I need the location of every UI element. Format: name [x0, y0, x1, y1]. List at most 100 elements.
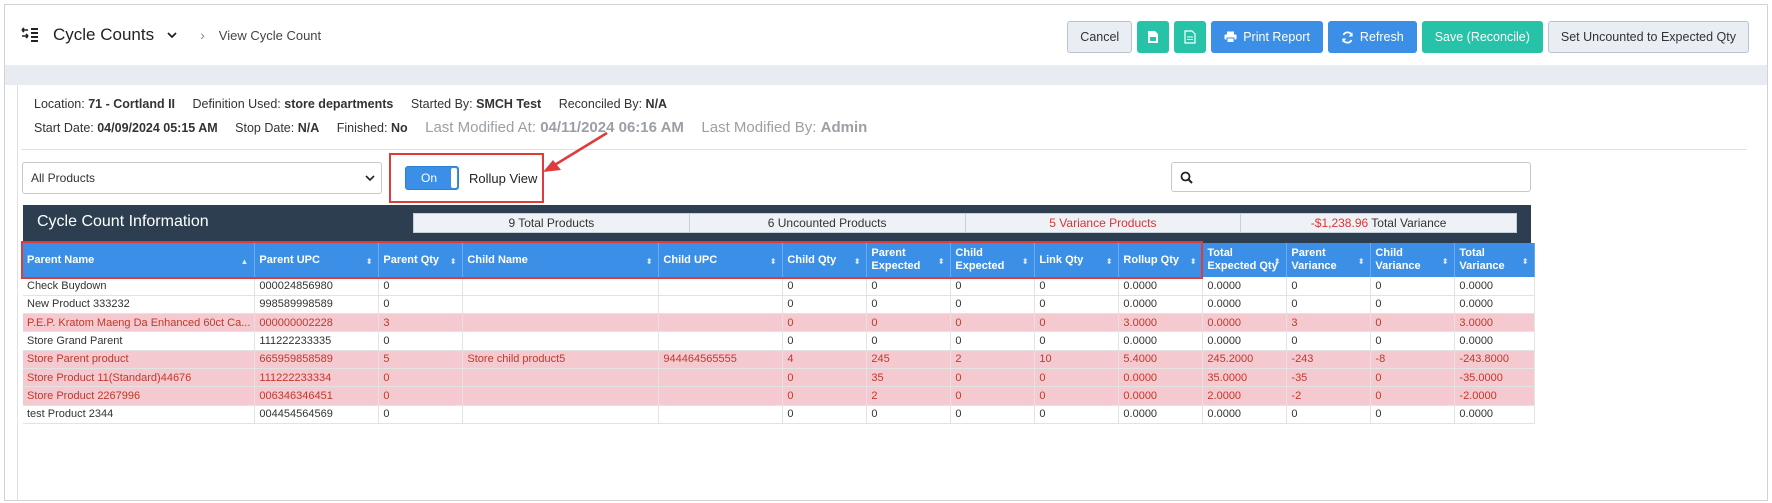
table-cell: 35: [866, 368, 952, 388]
print-icon: [1224, 31, 1237, 43]
sort-icon[interactable]: ⬍: [1442, 255, 1449, 268]
table-cell: 0.0000: [1202, 313, 1288, 333]
table-cell: 111222233334: [254, 368, 380, 388]
export-file-button[interactable]: [1137, 21, 1170, 53]
started-by-value: SMCH Test: [476, 97, 542, 111]
table-cell: 0: [1034, 295, 1120, 315]
table-cell: 0: [950, 386, 1036, 406]
sort-icon[interactable]: ⬍: [1022, 255, 1029, 268]
reconciled-by-label: Reconciled By:: [558, 97, 643, 111]
table-cell: 0: [1370, 368, 1456, 388]
print-report-button[interactable]: Print Report: [1211, 21, 1323, 53]
column-header-rollup-qty[interactable]: Rollup Qty ⬍: [1118, 243, 1204, 277]
table-row[interactable]: Store Product 11(Standard)44676 111222233…: [23, 368, 1536, 388]
table-cell: 3.0000: [1454, 313, 1536, 333]
export-document-button[interactable]: [1174, 21, 1207, 53]
sort-icon[interactable]: ⬍: [366, 255, 373, 268]
sort-icon[interactable]: ⬍: [938, 255, 945, 268]
chevron-down-icon[interactable]: [166, 29, 178, 41]
set-uncounted-button[interactable]: Set Uncounted to Expected Qty: [1547, 21, 1749, 53]
column-header-parent-variance[interactable]: Parent Variance ⬍: [1286, 243, 1372, 277]
cancel-button[interactable]: Cancel: [1067, 21, 1133, 53]
column-header-label: Parent UPC: [259, 253, 320, 266]
column-header-child-name[interactable]: Child Name ⬍: [462, 243, 660, 277]
column-header-child-qty[interactable]: Child Qty ⬍: [782, 243, 868, 277]
column-header-total-expected-qty[interactable]: Total Expected Qty ⬍: [1202, 243, 1288, 277]
column-header-label: Parent Expected: [871, 247, 921, 272]
divider: [21, 149, 1747, 150]
column-header-label: Child Name: [467, 253, 528, 266]
sort-ascending-icon[interactable]: ▲: [240, 255, 248, 268]
rollup-view-toggle[interactable]: On: [405, 166, 459, 190]
table-cell: 0: [378, 405, 464, 424]
table-cell: 3.0000: [1118, 313, 1204, 333]
table-cell: 0.0000: [1118, 405, 1204, 424]
table-body: Check Buydown 000024856980 0 0 0 0 0 0.0000 0.00…: [23, 277, 1536, 424]
column-header-link-qty[interactable]: Link Qty ⬍: [1034, 243, 1120, 277]
table-cell: 0.0000: [1454, 331, 1536, 351]
column-header-total-variance[interactable]: Total Variance ⬍: [1454, 243, 1536, 277]
search-icon: [1180, 171, 1193, 184]
table-cell: Store Product 2267996: [23, 386, 256, 406]
table-cell: 0.0000: [1202, 331, 1288, 351]
table-cell: [462, 277, 660, 296]
table-cell: 0.0000: [1454, 277, 1536, 296]
table-cell: 0: [1370, 295, 1456, 315]
table-cell: Store child product5: [462, 350, 660, 369]
table-row[interactable]: Check Buydown 000024856980 0 0 0 0 0 0.0000 0.00…: [23, 277, 1536, 296]
column-header-parent-expected[interactable]: Parent Expected ⬍: [866, 243, 952, 277]
last-modified-by-label: Last Modified By:: [701, 119, 817, 136]
table-cell: 0: [950, 277, 1036, 296]
sort-icon[interactable]: ⬍: [1522, 255, 1529, 268]
table-cell: 2: [866, 386, 952, 406]
finished-label: Finished:: [336, 121, 388, 135]
search-input[interactable]: [1171, 162, 1531, 192]
sort-icon[interactable]: ⬍: [770, 255, 777, 268]
save-reconcile-button[interactable]: Save (Reconcile): [1421, 21, 1543, 53]
column-header-child-expected[interactable]: Child Expected ⬍: [950, 243, 1036, 277]
sort-icon[interactable]: ⬍: [1190, 255, 1197, 268]
table-cell: 0.0000: [1454, 295, 1536, 315]
sort-icon[interactable]: ⬍: [1358, 255, 1365, 268]
sort-icon[interactable]: ⬍: [450, 255, 457, 268]
column-header-parent-qty[interactable]: Parent Qty ⬍: [378, 243, 464, 277]
column-header-parent-upc[interactable]: Parent UPC ⬍: [254, 243, 380, 277]
refresh-button[interactable]: Refresh: [1327, 21, 1417, 53]
table-cell: 0: [866, 277, 952, 296]
table-cell: 0: [1034, 313, 1120, 333]
sort-icon[interactable]: ⬍: [1106, 255, 1113, 268]
table-row[interactable]: Store Product 2267996 006346346451 0 0 2 0 0 0.…: [23, 386, 1536, 406]
table-cell: 0.0000: [1202, 295, 1288, 315]
table-row[interactable]: New Product 333232 998589998589 0 0 0 0 0 0.000…: [23, 295, 1536, 315]
table-row[interactable]: Store Grand Parent 111222233335 0 0 0 0 0 0.000…: [23, 331, 1536, 351]
column-header-child-upc[interactable]: Child UPC ⬍: [658, 243, 784, 277]
table-cell: [462, 295, 660, 315]
table-cell: 0: [782, 331, 868, 351]
table-cell: 0: [1286, 405, 1372, 424]
sort-icon[interactable]: ⬍: [1274, 255, 1281, 268]
table-cell: 006346346451: [254, 386, 380, 406]
started-by-label: Started By:: [410, 97, 473, 111]
table-row[interactable]: test Product 2344 004454564569 0 0 0 0 0 0.0000…: [23, 405, 1536, 424]
table-cell: 000024856980: [254, 277, 380, 296]
table-cell: 0: [866, 313, 952, 333]
column-header-child-variance[interactable]: Child Variance ⬍: [1370, 243, 1456, 277]
table-cell: [462, 405, 660, 424]
cycle-count-table: Parent Name ▲ Parent UPC ⬍ Parent Qty ⬍ Child …: [23, 243, 1536, 424]
table-row[interactable]: Store Parent product 665959858589 5 Store c…: [23, 350, 1536, 369]
table-cell: 0: [782, 368, 868, 388]
table-cell: 0: [950, 368, 1036, 388]
page-title: Cycle Counts: [53, 25, 155, 44]
table-cell: 0: [866, 295, 952, 315]
table-row[interactable]: P.E.P. Kratom Maeng Da Enhanced 60ct Ca.…: [23, 313, 1536, 333]
column-header-label: Link Qty: [1039, 253, 1084, 266]
finished-value: No: [390, 121, 408, 135]
last-modified-at-label: Last Modified At:: [425, 119, 537, 136]
product-filter-select[interactable]: All Products: [22, 162, 382, 194]
table-cell: 0: [1370, 405, 1456, 424]
column-header-parent-name[interactable]: Parent Name ▲: [23, 243, 256, 277]
table-header-row: Parent Name ▲ Parent UPC ⬍ Parent Qty ⬍ Child …: [23, 243, 1536, 277]
sort-icon[interactable]: ⬍: [854, 255, 861, 268]
sort-icon[interactable]: ⬍: [646, 255, 653, 268]
info-line-1: Location: 71 - Cortland II Definition Us…: [34, 97, 681, 111]
